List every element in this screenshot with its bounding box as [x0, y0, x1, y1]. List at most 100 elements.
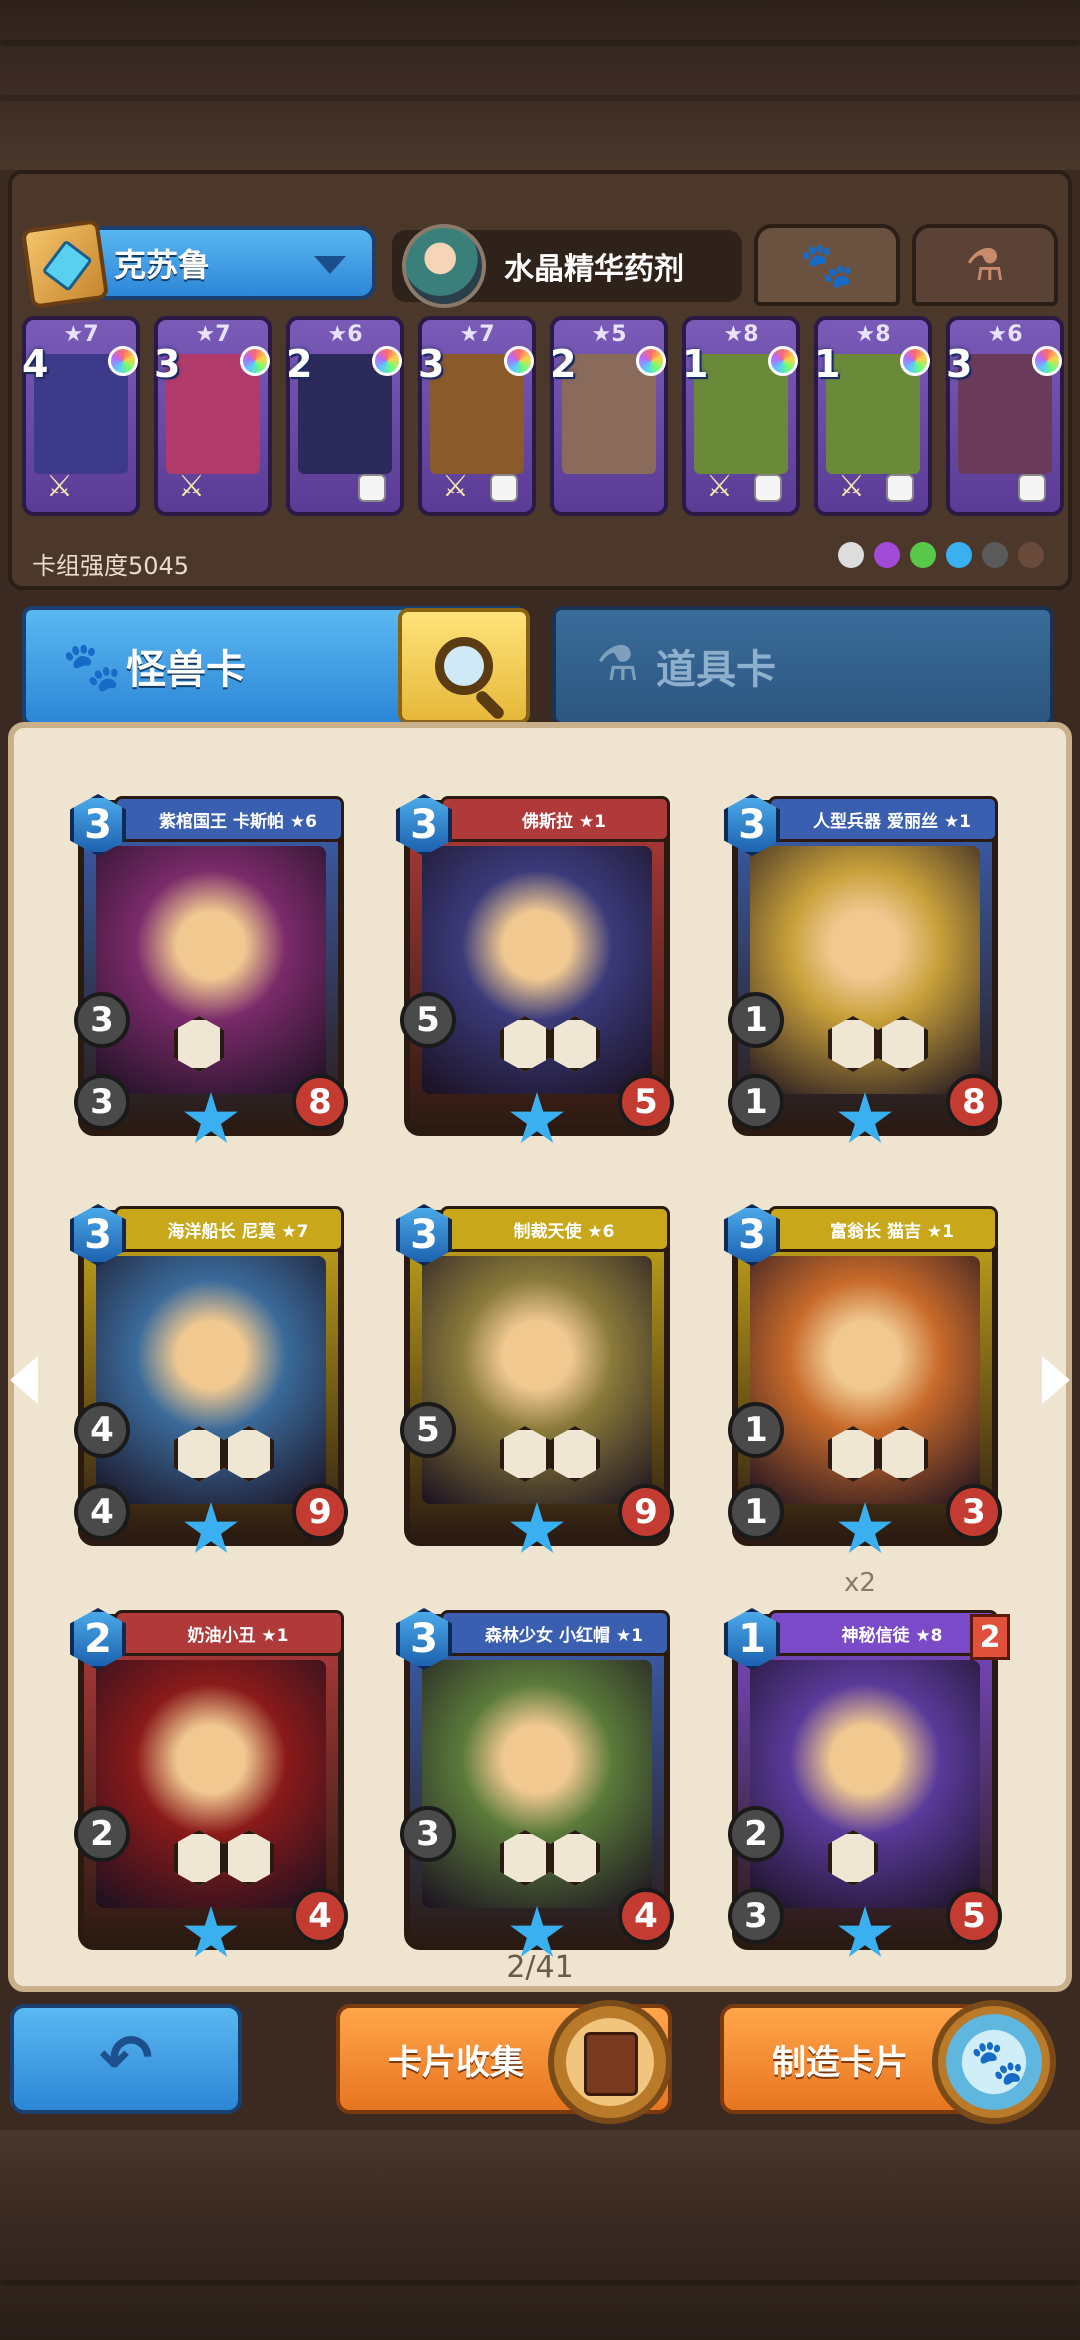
monster-card[interactable]: 海洋船长 尼莫 ★7 3 4 4 9	[70, 1204, 348, 1553]
attack-stat: 5	[400, 992, 456, 1048]
health-stat: 5	[946, 1888, 1002, 1944]
deck-card[interactable]: ★7 3 ⚔	[418, 316, 536, 516]
monster-card[interactable]: 森林少女 小红帽 ★1 3 3 4	[396, 1608, 674, 1957]
deck-panel: 克苏鲁 水晶精华药剂 🐾 ⚗ ★7 4 ⚔ ★7 3 ⚔ ★6 2 ★7 3 ⚔…	[8, 170, 1072, 590]
button-label: 卡片收集	[388, 2042, 524, 2083]
wood-grain	[0, 40, 1080, 46]
duplicate-count: x2	[844, 1568, 876, 1598]
attack-stat: 2	[74, 1806, 130, 1862]
card-cost: 2	[550, 342, 577, 386]
hero-avatar	[402, 224, 486, 308]
sword-icon: ⚔	[706, 469, 733, 504]
monster-card[interactable]: 佛斯拉 ★1 3 5 5	[396, 794, 674, 1143]
attack-stat: 4	[74, 1402, 130, 1458]
card-book-inner	[584, 2032, 638, 2096]
attack-stat: 3	[400, 1806, 456, 1862]
water-element-icon	[946, 542, 972, 568]
deck-card[interactable]: ★5 2	[550, 316, 668, 516]
element-gem-icon	[504, 346, 534, 376]
card-title: 奶油小丑 ★1	[114, 1610, 344, 1656]
health-stat: 8	[292, 1074, 348, 1130]
monster-card[interactable]: 神秘信徒 ★8 1 2 3 5 2	[724, 1608, 1010, 1957]
element-gem-icon	[372, 346, 402, 376]
chevron-down-icon	[314, 256, 346, 274]
search-button[interactable]	[398, 608, 530, 724]
card-title: 神秘信徒 ★8	[768, 1610, 998, 1656]
deck-card[interactable]: ★7 3 ⚔	[154, 316, 272, 516]
nature-element-icon	[910, 542, 936, 568]
deck-book-icon	[20, 218, 110, 310]
fire-element-icon	[1018, 542, 1044, 568]
tab-label: 怪兽卡	[126, 647, 246, 693]
monster-card[interactable]: 制裁天使 ★6 3 5 9	[396, 1204, 674, 1553]
card-cost: 1	[682, 342, 709, 386]
deck-card[interactable]: ★7 4 ⚔	[22, 316, 140, 516]
wood-grain	[0, 95, 1080, 101]
defense-stat: 3	[728, 1888, 784, 1944]
dice-icon	[1018, 474, 1046, 502]
level-flag-badge: 2	[970, 1614, 1010, 1660]
health-stat: 5	[618, 1074, 674, 1130]
deck-card[interactable]: ★6 3	[946, 316, 1064, 516]
attack-stat: 1	[728, 1402, 784, 1458]
dice-icon	[490, 474, 518, 502]
health-stat: 9	[618, 1484, 674, 1540]
health-stat: 4	[292, 1888, 348, 1944]
deck-card-row: ★7 4 ⚔ ★7 3 ⚔ ★6 2 ★7 3 ⚔ ★5 2 ★8 1 ⚔ ★8…	[22, 316, 1066, 516]
tab-item-cards[interactable]: ⚗ 道具卡	[552, 606, 1054, 726]
paw-icon: 🐾	[799, 240, 855, 291]
defense-stat: 1	[728, 1074, 784, 1130]
dice-icon	[754, 474, 782, 502]
hero-selector[interactable]: 水晶精华药剂	[392, 224, 742, 308]
defense-stat: 1	[728, 1484, 784, 1540]
shadow-element-icon	[874, 542, 900, 568]
paw-icon: 🐾	[62, 639, 122, 695]
page-counter: 2/41	[506, 1950, 574, 1985]
health-stat: 8	[946, 1074, 1002, 1130]
element-gem-icon	[240, 346, 270, 376]
card-cost: 1	[814, 342, 841, 386]
card-title: 佛斯拉 ★1	[440, 796, 670, 842]
monster-card[interactable]: 富翁长 猫吉 ★1 3 1 1 3	[724, 1204, 1002, 1553]
page-prev-arrow[interactable]	[10, 1356, 38, 1404]
attack-stat: 1	[728, 992, 784, 1048]
deck-selector-dropdown[interactable]: 克苏鲁	[20, 218, 376, 310]
element-filter-row	[838, 542, 1044, 568]
tab-monster-deck[interactable]: 🐾	[754, 224, 900, 306]
card-cost: 3	[154, 342, 181, 386]
flask-icon: ⚗	[965, 239, 1005, 291]
card-title: 制裁天使 ★6	[440, 1206, 670, 1252]
deck-card[interactable]: ★6 2	[286, 316, 404, 516]
dice-icon	[886, 474, 914, 502]
neutral-element-icon	[838, 542, 864, 568]
monster-card[interactable]: 紫棺国王 卡斯帕 ★6 3 3 3 8	[70, 794, 348, 1143]
back-button[interactable]: ↶	[10, 2004, 242, 2114]
element-gem-icon	[1032, 346, 1062, 376]
card-title: 富翁长 猫吉 ★1	[768, 1206, 998, 1252]
card-cost: 4	[22, 342, 49, 386]
card-book-icon	[548, 2000, 672, 2124]
tab-label: 道具卡	[656, 647, 776, 693]
hero-name: 水晶精华药剂	[504, 252, 684, 287]
deck-name: 克苏鲁	[114, 246, 211, 284]
wood-grain	[0, 2280, 1080, 2286]
deck-card[interactable]: ★8 1 ⚔	[682, 316, 800, 516]
defense-stat: 4	[74, 1484, 130, 1540]
attack-stat: 2	[728, 1806, 784, 1862]
monster-card[interactable]: 奶油小丑 ★1 2 2 4	[70, 1608, 348, 1957]
deck-card[interactable]: ★8 1 ⚔	[814, 316, 932, 516]
element-gem-icon	[900, 346, 930, 376]
element-gem-icon	[768, 346, 798, 376]
potion-jar-icon: 🐾	[932, 2000, 1056, 2124]
attack-stat: 3	[74, 992, 130, 1048]
sword-icon: ⚔	[46, 469, 73, 504]
page-next-arrow[interactable]	[1042, 1356, 1070, 1404]
card-cost: 3	[418, 342, 445, 386]
tab-item-deck[interactable]: ⚗	[912, 224, 1058, 306]
sword-icon: ⚔	[442, 469, 469, 504]
card-title: 森林少女 小红帽 ★1	[440, 1610, 670, 1656]
back-arrow-icon: ↶	[99, 2022, 153, 2096]
monster-card[interactable]: 人型兵器 爱丽丝 ★1 3 1 1 8	[724, 794, 1002, 1143]
dice-icon	[358, 474, 386, 502]
beast-element-icon	[982, 542, 1008, 568]
